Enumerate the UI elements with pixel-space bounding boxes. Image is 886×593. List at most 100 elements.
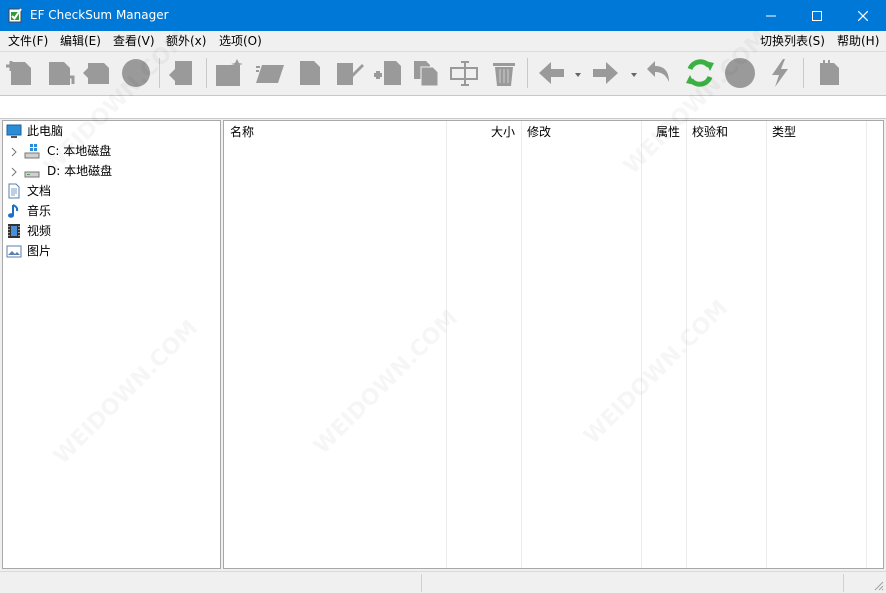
toolbar — [0, 51, 886, 95]
arrow-left-icon — [539, 62, 564, 84]
column-header-type[interactable]: 类型 — [766, 121, 866, 145]
app-icon — [8, 7, 24, 23]
new-folder-icon — [216, 59, 243, 86]
quick-action-button[interactable] — [764, 57, 796, 89]
column-header-attributes[interactable]: 属性 — [641, 121, 686, 145]
record-button[interactable] — [724, 57, 756, 89]
forward-dropdown[interactable] — [629, 69, 639, 79]
status-cell-left — [2, 574, 422, 592]
undo-arrow-icon — [647, 61, 669, 82]
column-header-modified[interactable]: 修改 — [521, 121, 641, 145]
stop-button[interactable] — [120, 57, 152, 89]
address-bar[interactable] — [0, 95, 886, 119]
duplicate-button[interactable] — [410, 57, 442, 89]
column-header-name[interactable]: 名称 — [224, 121, 446, 145]
rename-button[interactable] — [254, 57, 286, 89]
up-button[interactable] — [642, 57, 674, 89]
documents-icon — [6, 183, 22, 199]
chevron-down-icon — [575, 73, 581, 77]
text-field-icon — [450, 61, 478, 86]
video-icon — [6, 223, 22, 239]
verify-file-icon — [83, 63, 109, 84]
menu-view[interactable]: 查看(V) — [113, 33, 155, 49]
tree-item-label: 视频 — [27, 224, 52, 238]
import-icon — [169, 61, 192, 85]
tree-item-videos[interactable]: 视频 — [3, 221, 220, 241]
maximize-button[interactable] — [794, 0, 840, 31]
edit-file-button[interactable] — [333, 57, 365, 89]
menu-help[interactable]: 帮助(H) — [837, 33, 879, 49]
tree-item-pictures[interactable]: 图片 — [3, 241, 220, 261]
copy-icon — [374, 61, 401, 85]
chevron-right-icon[interactable] — [10, 146, 19, 157]
new-file-icon — [6, 61, 31, 85]
open-file-button[interactable] — [44, 57, 76, 89]
tree-item-drive-d[interactable]: D: 本地磁盘 — [3, 161, 220, 181]
column-divider — [521, 121, 522, 568]
menu-extra[interactable]: 额外(x) — [166, 33, 206, 49]
menu-switch-list[interactable]: 切换列表(S) — [760, 33, 825, 49]
close-button[interactable] — [840, 0, 886, 31]
toolbar-separator — [527, 58, 528, 88]
new-file-button[interactable] — [4, 57, 36, 89]
window-title: EF CheckSum Manager — [30, 8, 169, 22]
trash-icon — [493, 63, 515, 86]
file-list[interactable]: 名称 大小 修改 属性 校验和 类型 — [223, 120, 884, 569]
close-icon — [858, 10, 868, 21]
tree-item-music[interactable]: 音乐 — [3, 201, 220, 221]
tree-item-documents[interactable]: 文档 — [3, 181, 220, 201]
pictures-icon — [6, 243, 22, 259]
folder-tree[interactable]: 此电脑 C: 本地磁盘 D: 本地磁盘 文档 音乐 视频 图片 — [2, 120, 221, 569]
music-icon — [6, 203, 22, 219]
lightning-icon — [772, 59, 788, 87]
delete-button[interactable] — [488, 57, 520, 89]
column-divider — [686, 121, 687, 568]
new-folder-button[interactable] — [213, 57, 245, 89]
computer-icon — [6, 123, 22, 139]
status-cell-right — [424, 574, 844, 592]
column-divider — [766, 121, 767, 568]
tree-item-label: C: 本地磁盘 — [47, 144, 112, 158]
tree-item-label: 音乐 — [27, 204, 52, 218]
column-divider — [866, 121, 867, 568]
document-icon — [300, 61, 320, 85]
drive-c-icon — [24, 143, 40, 159]
title-bar: EF CheckSum Manager — [0, 0, 886, 31]
properties-button[interactable] — [294, 57, 326, 89]
column-divider — [446, 121, 447, 568]
report-icon — [820, 60, 839, 85]
menu-edit[interactable]: 编辑(E) — [60, 33, 101, 49]
column-header-size[interactable]: 大小 — [446, 121, 521, 145]
verify-file-button[interactable] — [82, 57, 114, 89]
toolbar-separator — [803, 58, 804, 88]
maximize-icon — [812, 10, 822, 21]
minimize-icon — [766, 15, 776, 16]
refresh-button[interactable] — [684, 57, 716, 89]
tree-item-label: 文档 — [27, 184, 52, 198]
forward-button[interactable] — [590, 57, 622, 89]
import-button[interactable] — [166, 57, 198, 89]
circle-icon — [122, 59, 150, 87]
copy-button[interactable] — [372, 57, 404, 89]
menu-file[interactable]: 文件(F) — [8, 33, 48, 49]
circle-icon — [725, 58, 755, 88]
report-button[interactable] — [812, 57, 844, 89]
minimize-button[interactable] — [748, 0, 794, 31]
status-bar — [0, 571, 886, 593]
toolbar-separator — [206, 58, 207, 88]
duplicate-icon — [414, 61, 439, 87]
tree-item-label: D: 本地磁盘 — [47, 164, 113, 178]
text-field-button[interactable] — [449, 57, 481, 89]
tree-item-label: 图片 — [27, 244, 52, 258]
tree-item-drive-c[interactable]: C: 本地磁盘 — [3, 141, 220, 161]
column-divider — [641, 121, 642, 568]
rename-icon — [256, 65, 284, 83]
column-header-checksum[interactable]: 校验和 — [686, 121, 766, 145]
back-dropdown[interactable] — [573, 69, 583, 79]
toolbar-separator — [159, 58, 160, 88]
resize-grip-icon[interactable] — [872, 579, 884, 591]
menu-options[interactable]: 选项(O) — [219, 33, 262, 49]
tree-item-this-pc[interactable]: 此电脑 — [3, 121, 220, 141]
back-button[interactable] — [535, 57, 567, 89]
chevron-right-icon[interactable] — [10, 166, 19, 177]
